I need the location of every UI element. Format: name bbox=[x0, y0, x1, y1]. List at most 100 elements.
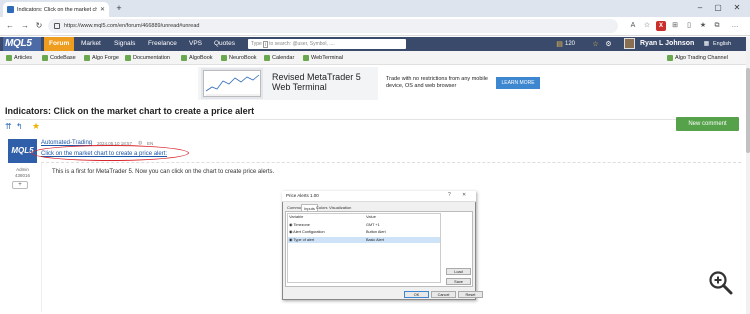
language-selector[interactable]: English bbox=[713, 37, 731, 51]
new-tab-icon[interactable]: + bbox=[114, 3, 124, 13]
subnav-neurobook[interactable]: NeuroBook bbox=[221, 51, 257, 65]
nav-market[interactable]: Market bbox=[76, 37, 106, 51]
grid-header-variable: Variable bbox=[289, 214, 304, 219]
dialog-cancel-button: Cancel bbox=[431, 291, 456, 298]
subnav-label: AlgoBook bbox=[189, 55, 213, 61]
coins-count[interactable]: 120 bbox=[565, 37, 575, 51]
dialog-load-button: Load bbox=[446, 268, 471, 275]
subnav-label: Articles bbox=[14, 55, 33, 61]
collapse-icon[interactable]: ⇈ bbox=[5, 122, 12, 131]
dialog-reset-button: Reset bbox=[458, 291, 483, 298]
articles-icon bbox=[6, 55, 12, 61]
window-close-icon[interactable]: ✕ bbox=[731, 3, 743, 12]
banner-description: Trade with no restrictions from any mobi… bbox=[386, 76, 488, 89]
search-hint-b: to search: @user, Symbol, .... bbox=[269, 41, 335, 47]
subnav-webterminal[interactable]: WebTerminal bbox=[303, 51, 343, 65]
collections-icon[interactable]: ⧉ bbox=[712, 21, 722, 31]
subnav-codebase[interactable]: CodeBase bbox=[42, 51, 76, 65]
read-aloud-icon[interactable]: A bbox=[628, 21, 638, 31]
subnav-label: Documentation bbox=[133, 55, 170, 61]
post-text: This is a first for MetaTrader 5. Now yo… bbox=[52, 169, 275, 175]
extension-red-icon[interactable]: X bbox=[656, 21, 666, 31]
dialog-save-button: Save bbox=[446, 278, 471, 285]
grid-row: ◉ Timezone bbox=[289, 223, 310, 227]
zoom-in-icon[interactable] bbox=[706, 270, 736, 300]
nav-freelance[interactable]: Freelance bbox=[143, 37, 182, 51]
add-friend-button[interactable]: + bbox=[12, 181, 28, 189]
nav-signals[interactable]: Signals bbox=[109, 37, 140, 51]
favorite-icon[interactable]: ☆ bbox=[642, 21, 652, 31]
documentation-icon bbox=[125, 55, 131, 61]
subnav-label: CodeBase bbox=[50, 55, 76, 61]
neurobook-icon bbox=[221, 55, 227, 61]
dialog-title: Price Alerts 1.00 bbox=[286, 193, 319, 198]
new-comment-button[interactable]: New comment bbox=[676, 117, 739, 131]
subnav-articles[interactable]: Articles bbox=[6, 51, 32, 65]
grid-var: Alert Configuration bbox=[293, 230, 325, 234]
settings-icon[interactable]: ⚙ bbox=[604, 40, 613, 49]
coins-icon: ▤ bbox=[556, 41, 563, 48]
favorites-star-icon[interactable]: ☆ bbox=[591, 40, 600, 49]
refresh-icon[interactable]: ↻ bbox=[34, 21, 44, 31]
channel-icon bbox=[667, 55, 673, 61]
codebase-icon bbox=[42, 55, 48, 61]
grid-header-value: Value bbox=[366, 214, 376, 219]
dialog-close-icon: ✕ bbox=[462, 192, 467, 198]
calendar-icon bbox=[264, 55, 270, 61]
browser-tab[interactable]: Indicators: Click on the market ch... ✕ bbox=[3, 2, 109, 17]
banner-title-line1: Revised MetaTrader 5 bbox=[272, 72, 361, 82]
scrollbar-thumb[interactable] bbox=[746, 68, 750, 153]
search-key-hint: / bbox=[262, 40, 269, 48]
username[interactable]: Ryan L Johnson bbox=[640, 37, 694, 51]
tab-title: Indicators: Click on the market ch... bbox=[17, 6, 97, 13]
subnav-label: Calendar bbox=[272, 55, 295, 61]
dialog-help-icon: ? bbox=[448, 192, 451, 198]
learn-more-button[interactable]: LEARN MORE bbox=[496, 77, 540, 89]
address-bar[interactable]: https://www.mql5.com/en/forum/466889/unr… bbox=[48, 19, 618, 33]
user-avatar[interactable] bbox=[624, 38, 635, 49]
more-menu-icon[interactable]: … bbox=[730, 21, 740, 31]
subnav-calendar[interactable]: Calendar bbox=[264, 51, 294, 65]
subnav-label: Algo Forge bbox=[92, 55, 119, 61]
forward-icon[interactable]: → bbox=[20, 21, 30, 31]
nav-quotes[interactable]: Quotes bbox=[209, 37, 240, 51]
site-logo[interactable]: MQL5 bbox=[5, 38, 32, 50]
favorites-icon[interactable]: ★ bbox=[698, 21, 708, 31]
algobook-icon bbox=[181, 55, 187, 61]
highlight-ellipse bbox=[31, 145, 189, 161]
subnav-documentation[interactable]: Documentation bbox=[125, 51, 170, 65]
grid-row: ◉ Alert Configuration bbox=[289, 230, 325, 234]
grid-val: GMT +1 bbox=[366, 223, 380, 227]
site-search-input[interactable]: Type / to search: @user, Symbol, .... bbox=[248, 39, 406, 49]
subnav-algo-forge[interactable]: Algo Forge bbox=[84, 51, 119, 65]
algo-forge-icon bbox=[84, 55, 90, 61]
uk-flag-icon: ▦ bbox=[703, 41, 710, 47]
webterminal-icon bbox=[303, 55, 309, 61]
grid-var: Type of alert bbox=[293, 238, 315, 242]
nav-vps[interactable]: VPS bbox=[184, 37, 207, 51]
reply-icon[interactable]: ↰ bbox=[16, 122, 23, 131]
divider bbox=[5, 119, 739, 120]
back-icon[interactable]: ← bbox=[5, 21, 15, 31]
maximize-icon[interactable]: ▢ bbox=[712, 3, 724, 12]
mql5-favicon-icon bbox=[7, 6, 14, 13]
lock-icon bbox=[54, 23, 60, 29]
dialog-tab-visualization: Visualization bbox=[329, 205, 352, 210]
subnav-algo-trading-channel[interactable]: Algo Trading Channel bbox=[667, 51, 728, 65]
favorite-star-icon[interactable]: ★ bbox=[32, 121, 40, 132]
grid-row: ◉ Type of alert bbox=[289, 238, 315, 242]
nav-forum[interactable]: Forum bbox=[44, 37, 75, 51]
browser-tab-strip bbox=[0, 0, 750, 17]
inputs-grid bbox=[287, 213, 441, 283]
page-title: Indicators: Click on the market chart to… bbox=[5, 106, 255, 116]
author-id: 438016 bbox=[14, 173, 31, 178]
url-text: https://www.mql5.com/en/forum/466889/unr… bbox=[64, 23, 200, 29]
tab-close-icon[interactable]: ✕ bbox=[100, 6, 105, 13]
split-screen-icon[interactable]: ▯ bbox=[684, 21, 694, 31]
extension-icon[interactable]: ⊞ bbox=[670, 21, 680, 31]
banner-title: Revised MetaTrader 5 Web Terminal bbox=[272, 72, 361, 92]
minimize-icon[interactable]: – bbox=[694, 3, 706, 12]
grid-val: Button Alert bbox=[366, 230, 386, 234]
subnav-algobook[interactable]: AlgoBook bbox=[181, 51, 213, 65]
dialog-ok-button: OK bbox=[404, 291, 429, 298]
